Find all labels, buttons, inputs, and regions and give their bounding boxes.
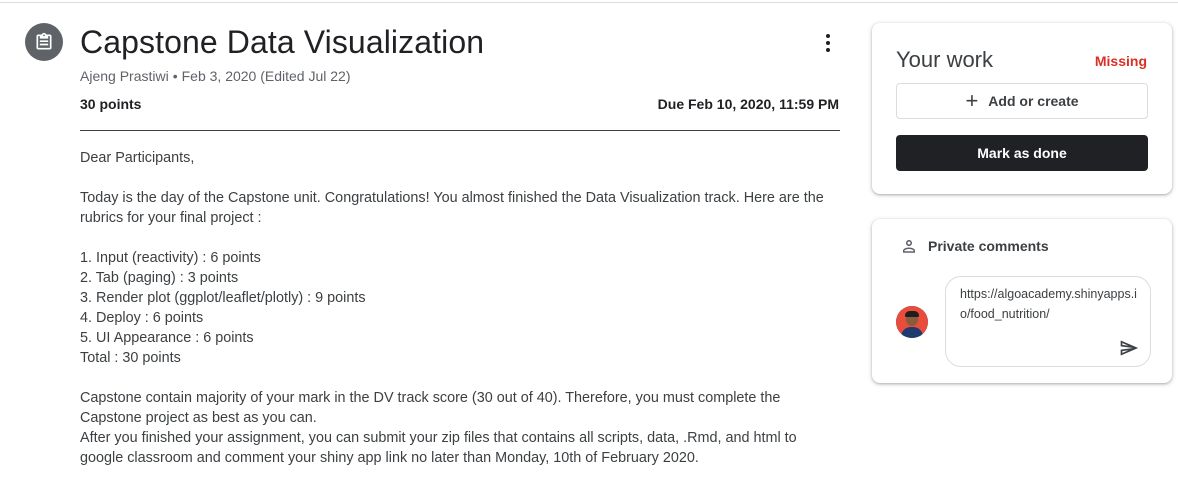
rubric-item: 3. Render plot (ggplot/leaflet/plotly) :… xyxy=(80,290,366,306)
rubric-item: 1. Input (reactivity) : 6 points xyxy=(80,250,261,266)
body-paragraph: After you finished your assignment, you … xyxy=(80,430,797,466)
top-divider xyxy=(0,2,1178,3)
mark-as-done-button[interactable]: Mark as done xyxy=(896,135,1148,171)
plus-icon: + xyxy=(965,88,979,113)
meta-separator: • xyxy=(172,68,178,84)
greeting: Dear Participants, xyxy=(80,150,195,166)
rubric-total: Total : 30 points xyxy=(80,350,181,366)
your-work-card: Your work Missing + Add or create Mark a… xyxy=(872,23,1172,194)
rubric-item: 2. Tab (paging) : 3 points xyxy=(80,270,239,286)
rubric-item: 5. UI Appearance : 6 points xyxy=(80,330,254,346)
assignment-icon xyxy=(25,23,63,61)
private-comments-title: Private comments xyxy=(928,238,1049,254)
author-name: Ajeng Prastiwi xyxy=(80,68,169,84)
your-work-title: Your work xyxy=(896,47,994,72)
send-icon[interactable] xyxy=(1118,338,1140,358)
header-divider xyxy=(80,130,840,131)
private-comments-card: Private comments https://algoacademy.shi… xyxy=(872,219,1172,383)
page-title: Capstone Data Visualization xyxy=(80,24,485,60)
rubric-item: 4. Deploy : 6 points xyxy=(80,310,204,326)
points-label: 30 points xyxy=(80,96,142,112)
avatar xyxy=(896,306,928,338)
assignment-description: Dear Participants, Today is the day of t… xyxy=(80,148,840,468)
status-badge: Missing xyxy=(1094,53,1147,69)
add-or-create-label: Add or create xyxy=(988,93,1079,109)
intro-paragraph: Today is the day of the Capstone unit. C… xyxy=(80,190,824,226)
assignment-meta: Ajeng Prastiwi • Feb 3, 2020 (Edited Jul 2… xyxy=(80,68,351,84)
body-paragraph: Capstone contain majority of your mark i… xyxy=(80,390,781,426)
private-comments-header: Private comments xyxy=(900,237,1049,255)
person-icon xyxy=(903,240,915,253)
post-date: Feb 3, 2020 (Edited Jul 22) xyxy=(181,68,351,84)
add-or-create-button[interactable]: + Add or create xyxy=(896,83,1148,119)
due-date: Due Feb 10, 2020, 11:59 PM xyxy=(657,96,839,112)
more-options-icon[interactable] xyxy=(818,32,838,54)
